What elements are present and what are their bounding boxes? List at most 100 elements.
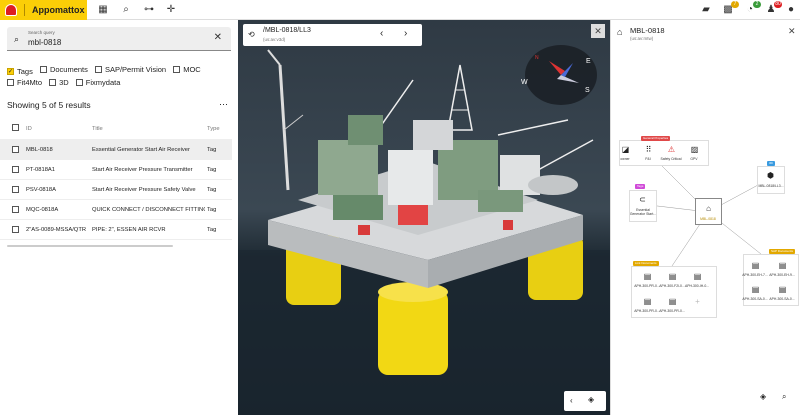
table-row[interactable]: PSV-0818A Start Air Receiver Pressure Sa… [0, 180, 232, 200]
document-icon[interactable]: ▤ [691, 270, 704, 283]
checkbox-icon[interactable] [49, 79, 57, 86]
checkbox-icon[interactable] [7, 79, 14, 86]
graph-search-icon[interactable]: ⌕ [782, 392, 786, 402]
pid-grid-icon[interactable]: ⠿ [642, 143, 655, 156]
document-icon[interactable]: ▤ [749, 259, 762, 272]
viewer-sub: (us:av:v3d) [263, 37, 286, 42]
filter-label: SAP/Permit Vision [104, 65, 167, 74]
table-row[interactable]: PT-0818A1 Start Air Receiver Pressure Tr… [0, 160, 232, 180]
chevron-left-icon[interactable]: ‹ [380, 28, 383, 39]
more-documents-icon[interactable]: + [691, 295, 704, 308]
results-table: ID Title Type MBL-0818 Essential Generat… [0, 118, 232, 240]
notifications-bell-icon[interactable]: ♟ 80 [765, 1, 782, 16]
tasks-badge: 2 [753, 1, 761, 8]
filter-label: Fit4Mto [17, 78, 43, 87]
3d-viewer[interactable]: ⟲ /MBL-0818/LL3 (us:av:v3d) ‹ › ✕ N E W … [238, 20, 610, 415]
doc-label: APH-300-EH-7... [742, 273, 768, 277]
owner-icon[interactable]: ◪ [619, 143, 632, 156]
horizontal-scrollbar[interactable] [7, 245, 173, 247]
filter-fixmydata[interactable]: Fixmydata [75, 77, 121, 88]
tasks-icon[interactable]: ◔ 2 [744, 1, 761, 16]
chevron-right-icon[interactable]: › [404, 28, 407, 39]
document-icon[interactable]: ▤ [666, 295, 679, 308]
top-bar: Appomattox ▦ ⌕ ⊶ ✛ ▰ ▩ 7 ◔ 2 ♟ 80 ● [0, 0, 800, 20]
select-all-checkbox[interactable] [12, 124, 19, 131]
move-icon[interactable]: ✛ [165, 4, 177, 16]
compass-e: E [586, 58, 591, 65]
brand[interactable]: Appomattox [0, 0, 87, 20]
document-icon[interactable]: ▤ [776, 259, 789, 272]
center-tag-icon: ⌂ [706, 204, 711, 213]
row-checkbox[interactable] [12, 146, 19, 153]
search-icon: ⌕ [14, 34, 20, 44]
row-checkbox[interactable] [12, 206, 19, 213]
compass[interactable]: N E W S [521, 43, 601, 108]
filter-label: Tags [17, 67, 33, 76]
bookmark-icon[interactable]: ▰ [700, 4, 712, 16]
cell-id: MQC-0818A [26, 207, 59, 213]
relations-graph-panel: ⌂ MBL-0818 (us:av:mtw) ✕ General Propert… [610, 20, 800, 415]
filter-3d[interactable]: 3D [49, 77, 69, 88]
prop-label-gpv: GPV [690, 157, 698, 161]
cell-title: PIPE: 2", ESSEN AIR RCVR [92, 227, 166, 233]
apps-icon[interactable]: ▩ 7 [722, 1, 739, 16]
filter-tags[interactable]: ✓ Tags [7, 66, 33, 77]
cell-title: Start Air Receiver Pressure Safety Valve [92, 187, 196, 193]
column-header-title[interactable]: Title [92, 118, 205, 140]
row-checkbox[interactable] [12, 166, 19, 173]
search-box[interactable]: ⌕ Search query ✕ [7, 27, 231, 51]
table-row[interactable]: 2"AS-0089-MSSA/QTR PIPE: 2", ESSEN AIR R… [0, 220, 232, 240]
checkbox-icon[interactable] [39, 66, 47, 73]
cube-icon[interactable]: ⬢ [764, 169, 777, 182]
filter-fit4mto[interactable]: Fit4Mto [7, 77, 42, 88]
column-header-type[interactable]: Type [207, 118, 220, 140]
document-icon[interactable]: ▤ [776, 283, 789, 296]
doc-label: APH-300-PR-0... [659, 309, 685, 313]
doc-label: APH-300-EH-9... [769, 273, 795, 277]
hierarchy-icon[interactable]: ⊶ [143, 4, 155, 16]
shell-logo-icon [5, 4, 17, 16]
document-icon[interactable]: ▤ [641, 270, 654, 283]
cell-type: Tag [207, 167, 217, 173]
search-panel: ⌕ Search query ✕ ✓Tags Documents SAP/Per… [0, 20, 238, 415]
compass-n: N [535, 55, 539, 61]
table-row[interactable]: MQC-0818A QUICK CONNECT / DISCONNECT FIT… [0, 200, 232, 220]
search-label: Search query [28, 30, 55, 35]
checkbox-icon[interactable] [75, 79, 83, 86]
safety-critical-icon[interactable]: ⚠ [665, 143, 678, 156]
filter-moc[interactable]: MOC [173, 64, 201, 75]
filter-list: ✓ Tags Documents SAP/Permit Vision MOC Fi… [7, 64, 232, 89]
filter-documents[interactable]: Documents [39, 64, 88, 75]
tag-node-icon[interactable]: ⊂ [636, 193, 649, 206]
filter-sap-permit-vision[interactable]: SAP/Permit Vision [94, 64, 167, 75]
checkbox-icon[interactable] [173, 66, 181, 73]
3d-rotate-icon: ⟲ [248, 30, 255, 39]
filter-label: Documents [49, 65, 88, 74]
graph-layers-icon[interactable]: ◈ [760, 392, 766, 401]
doc-label: APH-300-SA-0... [769, 297, 795, 301]
cell-type: Tag [207, 147, 217, 153]
document-icon[interactable]: ▤ [666, 270, 679, 283]
layers-icon[interactable]: ◈ [588, 395, 594, 404]
column-header-id[interactable]: ID [26, 118, 88, 140]
collapse-icon[interactable]: ‹ [570, 396, 573, 405]
search-input[interactable] [28, 37, 208, 48]
close-viewer-icon[interactable]: ✕ [591, 24, 605, 38]
alerts-badge: 80 [774, 1, 782, 8]
table-row[interactable]: MBL-0818 Essential Generator Start Air R… [0, 140, 232, 160]
filter-label: Fixmydata [85, 78, 121, 87]
more-options-icon[interactable]: ⋯ [219, 99, 228, 110]
gpv-stripes-icon[interactable]: ▨ [688, 143, 701, 156]
user-icon[interactable]: ● [785, 4, 797, 16]
viewer-toolbar: ‹ ◈ [564, 391, 606, 411]
document-icon[interactable]: ▤ [641, 295, 654, 308]
row-checkbox[interactable] [12, 186, 19, 193]
document-icon[interactable]: ▤ [749, 283, 762, 296]
checkbox-icon[interactable] [94, 66, 102, 73]
row-checkbox[interactable] [12, 226, 19, 233]
apps-grid-icon[interactable]: ▦ [97, 4, 109, 16]
checkbox-checked-icon[interactable]: ✓ [7, 68, 14, 75]
clear-search-icon[interactable]: ✕ [214, 32, 222, 43]
search-icon[interactable]: ⌕ [120, 4, 132, 16]
compass-s: S [585, 87, 590, 94]
